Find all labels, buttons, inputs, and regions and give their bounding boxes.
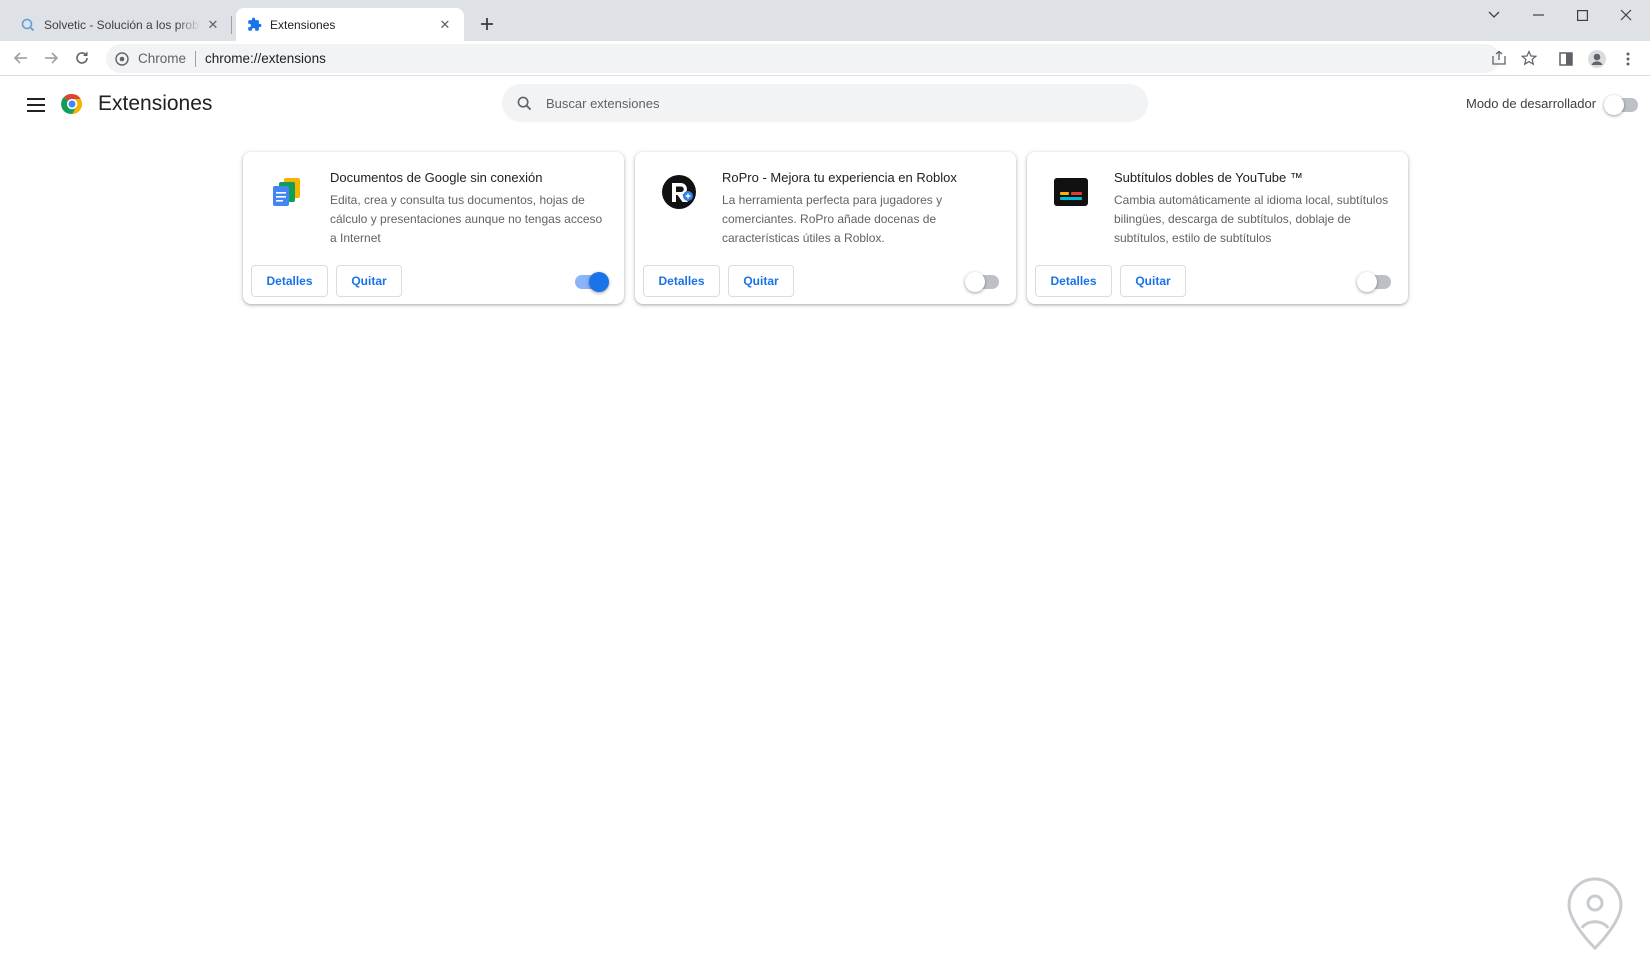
close-icon[interactable]: ✕: [436, 16, 454, 34]
tab-solvetic[interactable]: Solvetic - Solución a los problemas info…: [10, 8, 232, 41]
reload-button[interactable]: [69, 45, 95, 71]
browser-toolbar: Chrome chrome://extensions: [0, 41, 1650, 76]
tab-search-button[interactable]: [1472, 0, 1516, 30]
omnibox-separator: [195, 50, 197, 67]
extension-name: RoPro - Mejora tu experiencia en Roblox: [722, 170, 957, 185]
extension-card-google-docs: Documentos de Google sin conexión Edita,…: [243, 152, 624, 304]
extension-card-dual-subtitles: Subtítulos dobles de YouTube ™ Cambia au…: [1027, 152, 1408, 304]
extension-name: Documentos de Google sin conexión: [330, 170, 543, 185]
extension-enable-toggle[interactable]: [1357, 272, 1391, 292]
chevron-down-icon: [1488, 11, 1500, 18]
plus-icon: [481, 18, 493, 30]
arrow-left-icon: [13, 52, 27, 64]
toggle-knob: [589, 272, 609, 292]
new-tab-button[interactable]: [475, 12, 499, 36]
bookmark-button[interactable]: [1516, 45, 1542, 71]
remove-button[interactable]: Quitar: [728, 265, 794, 297]
search-icon: [20, 17, 36, 33]
share-icon: [1492, 50, 1506, 65]
chrome-logo-icon: [60, 92, 84, 116]
search-box[interactable]: [502, 84, 1148, 122]
tab-title: Extensiones: [270, 17, 336, 32]
extension-name: Subtítulos dobles de YouTube ™: [1114, 170, 1303, 185]
profile-button[interactable]: [1583, 45, 1611, 73]
extension-card-ropro: RoPro - Mejora tu experiencia en Roblox …: [635, 152, 1016, 304]
google-docs-offline-icon: [267, 172, 307, 212]
details-button[interactable]: Detalles: [643, 265, 720, 297]
puzzle-icon: [246, 17, 262, 33]
maximize-button[interactable]: [1560, 0, 1604, 30]
site-chip: Chrome: [138, 51, 187, 66]
details-button[interactable]: Detalles: [1035, 265, 1112, 297]
toggle-knob: [1604, 95, 1624, 115]
remove-button[interactable]: Quitar: [1120, 265, 1186, 297]
ropro-icon: [659, 172, 699, 212]
extension-enable-toggle[interactable]: [965, 272, 999, 292]
toggle-knob: [1357, 272, 1377, 292]
back-button[interactable]: [8, 45, 34, 71]
reload-icon: [76, 51, 88, 64]
close-icon[interactable]: ✕: [204, 16, 222, 34]
tab-title: Solvetic - Solución a los problemas info…: [44, 17, 200, 32]
page-title: Extensiones: [98, 92, 213, 115]
watermark-logo-icon: [1562, 876, 1628, 952]
toggle-knob: [965, 272, 985, 292]
details-button[interactable]: Detalles: [251, 265, 328, 297]
search-icon: [514, 93, 534, 113]
tab-strip: Solvetic - Solución a los problemas info…: [0, 0, 1650, 41]
forward-button[interactable]: [38, 45, 64, 71]
dev-mode-toggle[interactable]: [1604, 95, 1638, 115]
side-panel-icon: [1559, 52, 1573, 66]
chrome-icon: [114, 51, 130, 67]
tab-extensions[interactable]: Extensiones ✕: [236, 8, 464, 41]
share-button[interactable]: [1486, 45, 1512, 71]
dev-mode-label: Modo de desarrollador: [1466, 96, 1597, 111]
kebab-menu-icon: [1626, 52, 1630, 66]
address-bar[interactable]: Chrome chrome://extensions: [106, 44, 1500, 73]
hamburger-icon: [27, 98, 45, 112]
url-text[interactable]: chrome://extensions: [205, 51, 326, 66]
maximize-icon: [1576, 9, 1588, 21]
arrow-right-icon: [45, 52, 59, 64]
side-panel-button[interactable]: [1552, 45, 1580, 73]
extension-description: La herramienta perfecta para jugadores y…: [722, 193, 943, 245]
extension-description: Cambia automáticamente al idioma local, …: [1114, 193, 1389, 245]
close-window-button[interactable]: [1604, 0, 1648, 30]
extension-description: Edita, crea y consulta tus documentos, h…: [330, 193, 603, 245]
minimize-icon: [1532, 14, 1544, 16]
close-icon: [1620, 9, 1632, 21]
extension-enable-toggle[interactable]: [575, 272, 609, 292]
menu-button[interactable]: [1614, 45, 1642, 73]
avatar-icon: [1588, 50, 1606, 68]
subtitles-icon: [1051, 172, 1091, 212]
star-icon: [1521, 50, 1537, 66]
remove-button[interactable]: Quitar: [336, 265, 402, 297]
minimize-button[interactable]: [1516, 0, 1560, 30]
main-menu-button[interactable]: [22, 91, 50, 119]
extensions-header: Extensiones Modo de desarrollador: [0, 77, 1650, 133]
search-input[interactable]: [546, 95, 1106, 111]
